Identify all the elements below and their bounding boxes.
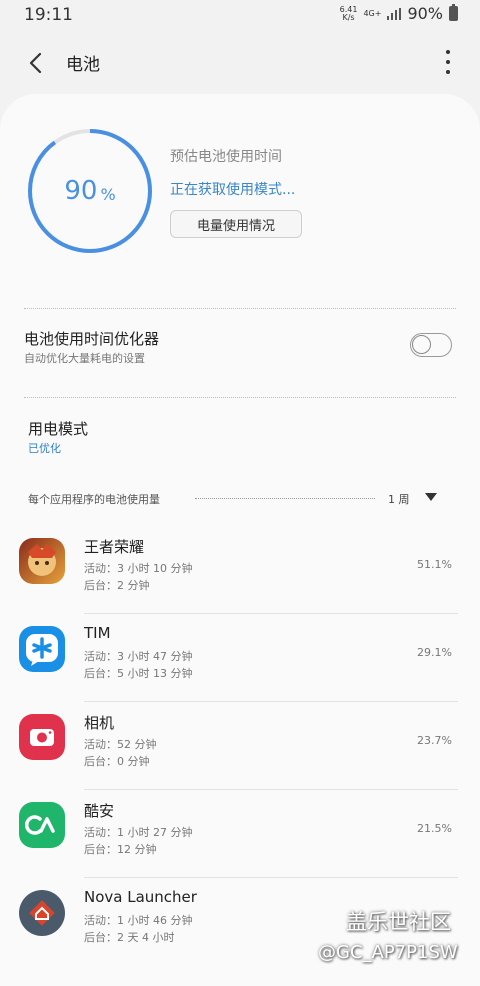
- battery-percent-display: 90 %: [26, 127, 154, 255]
- app-usage-percent: 21.5%: [417, 822, 452, 835]
- signal-icon: [387, 7, 402, 20]
- app-background-time: 后台：12 分钟: [84, 843, 157, 856]
- watermark-handle: @GC_AP7P1SW: [318, 942, 458, 963]
- battery-percent-number: 90: [64, 176, 98, 206]
- app-background-time: 后台：2 天 4 小时: [84, 931, 175, 944]
- battery-usage-button[interactable]: 电量使用情况: [170, 210, 302, 238]
- app-name: 相机: [84, 714, 115, 732]
- app-bar: 电池: [0, 40, 480, 84]
- toggle-knob: [412, 335, 431, 354]
- status-bar: 19:11 6.41 K/s 4G+ 90%: [0, 0, 480, 30]
- battery-percent-sign: %: [100, 184, 116, 204]
- net-speed: 6.41 K/s: [339, 4, 358, 22]
- app-name: 王者荣耀: [84, 538, 145, 556]
- dropdown-arrow-icon[interactable]: [425, 493, 437, 501]
- tim-icon: [19, 626, 65, 672]
- battery-percent: 90%: [407, 4, 443, 23]
- app-name: 酷安: [84, 802, 115, 820]
- app-usage-percent: 51.1%: [417, 558, 452, 571]
- app-background-time: 后台：2 分钟: [84, 579, 150, 592]
- app-row[interactable]: 王者荣耀 活动：3 小时 10 分钟 后台：2 分钟 51.1%: [0, 526, 480, 614]
- app-usage-percent: 29.1%: [417, 646, 452, 659]
- page-title: 电池: [66, 55, 100, 75]
- power-mode-value: 已优化: [28, 442, 61, 455]
- status-time: 19:11: [24, 5, 73, 25]
- divider: [24, 308, 456, 309]
- app-active-time: 活动：3 小时 10 分钟: [84, 562, 193, 575]
- estimate-label: 预估电池使用时间: [170, 149, 282, 165]
- app-row[interactable]: TIM 活动：3 小时 47 分钟 后台：5 小时 13 分钟 29.1%: [0, 614, 480, 702]
- optimizer-subtitle: 自动优化大量耗电的设置: [24, 352, 145, 365]
- nova-launcher-icon: [19, 890, 65, 936]
- app-row[interactable]: 酷安 活动：1 小时 27 分钟 后台：12 分钟 21.5%: [0, 790, 480, 878]
- watermark-community: 盖乐世社区: [346, 910, 451, 934]
- optimizer-toggle[interactable]: [410, 333, 452, 357]
- game-icon: [19, 538, 65, 584]
- app-row[interactable]: 相机 活动：52 分钟 后台：0 分钟 23.7%: [0, 702, 480, 790]
- app-active-time: 活动：3 小时 47 分钟: [84, 650, 193, 663]
- network-type: 4G+: [363, 8, 382, 18]
- battery-icon: [449, 4, 458, 21]
- divider: [24, 397, 456, 398]
- app-usage-percent: 23.7%: [417, 734, 452, 747]
- app-name: Nova Launcher: [84, 888, 197, 906]
- back-arrow-icon[interactable]: [24, 50, 50, 76]
- more-vert-icon[interactable]: [444, 50, 452, 74]
- app-active-time: 活动：52 分钟: [84, 738, 157, 751]
- app-background-time: 后台：0 分钟: [84, 755, 150, 768]
- dotted-leader: [195, 498, 375, 499]
- period-selector[interactable]: 1 周: [388, 491, 410, 507]
- estimate-status: 正在获取使用模式...: [170, 182, 296, 198]
- status-indicators: 6.41 K/s 4G+ 90%: [340, 4, 458, 23]
- app-background-time: 后台：5 小时 13 分钟: [84, 667, 193, 680]
- app-active-time: 活动：1 小时 27 分钟: [84, 826, 193, 839]
- app-name: TIM: [84, 624, 111, 642]
- camera-icon: [19, 714, 65, 760]
- app-usage-label: 每个应用程序的电池使用量: [28, 493, 160, 506]
- coolapk-icon: [19, 802, 65, 848]
- power-mode-title: 用电模式: [28, 420, 89, 438]
- optimizer-title: 电池使用时间优化器: [24, 330, 160, 348]
- app-active-time: 活动：1 小时 46 分钟: [84, 914, 193, 927]
